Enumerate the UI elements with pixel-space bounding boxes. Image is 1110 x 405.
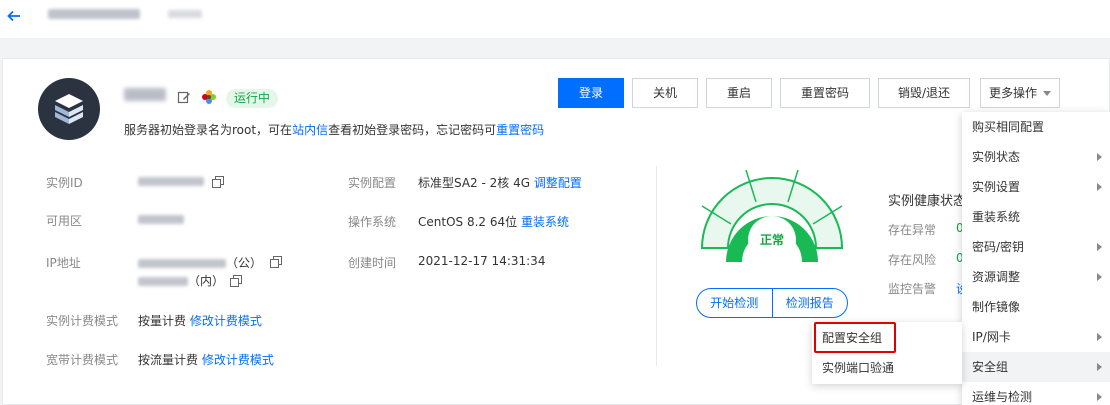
os-value: CentOS 8.2 64位 重装系统 [418,213,569,230]
private-ip-value: （内） [138,272,224,289]
menu-item-label: 运维与检测 [972,390,1033,404]
instance-id-label: 实例ID [46,176,83,190]
hint-text-1: 服务器初始登录名为root，可在 [124,123,293,137]
menu-item-instance-status[interactable]: 实例状态 [962,142,1110,172]
menu-item-label: 安全组 [972,360,1009,374]
caret-down-icon [1043,91,1051,96]
start-check-button[interactable]: 开始检测 [697,289,772,317]
restart-button[interactable]: 重启 [706,78,772,108]
column-divider [656,166,657,366]
top-bar [0,0,1110,38]
chevron-right-icon [1097,153,1102,161]
menu-item-ip-nic[interactable]: IP/网卡 [962,322,1110,352]
zone-value [138,212,184,226]
menu-item-resource-adjust[interactable]: 资源调整 [962,262,1110,292]
public-ip-value: （公） [138,254,262,271]
bandwidth-label: 宽带计费模式 [46,353,119,367]
chevron-right-icon [1097,243,1102,251]
reset-password-link[interactable]: 重置密码 [496,123,544,137]
reinstall-system-link[interactable]: 重装系统 [521,215,569,229]
inbox-link[interactable]: 站内信 [292,123,328,137]
billing-label: 实例计费模式 [46,314,119,328]
billing-value: 按量计费 修改计费模式 [138,312,262,329]
os-label: 操作系统 [348,215,397,229]
health-status-label: 正常 [759,233,784,247]
abnormal-label: 存在异常 [888,223,937,237]
region-redacted [168,10,202,18]
menu-item-label: 密码/密钥 [972,240,1025,254]
menu-item-instance-settings[interactable]: 实例设置 [962,172,1110,202]
login-button[interactable]: 登录 [558,78,624,108]
tag-flower-icon[interactable] [201,89,217,105]
menu-item-label: 实例状态 [972,150,1021,164]
menu-item-make-image[interactable]: 制作镜像 [962,292,1110,322]
instance-id-value [138,174,204,188]
submenu-port-verify[interactable]: 实例端口验通 [812,353,962,383]
menu-item-label: 资源调整 [972,270,1021,284]
private-ip-suffix: （内） [188,274,225,288]
menu-item-label: IP/网卡 [972,330,1011,344]
os-text: CentOS 8.2 64位 [418,215,518,229]
copy-public-ip-icon[interactable] [270,256,282,268]
server-stack-icon [55,94,83,124]
bandwidth-mode-text: 按流量计费 [138,353,199,367]
modify-billing-link[interactable]: 修改计费模式 [190,314,262,328]
menu-item-label: 重装系统 [972,210,1021,224]
chevron-right-icon [1097,183,1102,191]
created-label: 创建时间 [348,256,397,270]
instance-name-redacted [48,9,140,19]
chevron-right-icon [1097,363,1102,371]
security-group-submenu: 配置安全组 实例端口验通 [812,322,962,384]
shutdown-button[interactable]: 关机 [632,78,698,108]
config-text: 标准型SA2 - 2核 4G [418,176,531,190]
menu-item-ops-check[interactable]: 运维与检测 [962,382,1110,405]
copy-id-icon[interactable] [212,176,224,188]
ip-label: IP地址 [46,256,81,270]
chevron-right-icon [1097,273,1102,281]
chevron-right-icon [1097,393,1102,401]
instance-name-redacted [124,88,166,101]
alarm-label: 监控告警 [888,282,937,296]
more-actions-label: 更多操作 [988,86,1037,100]
menu-item-label: 购买相同配置 [972,120,1045,134]
chevron-right-icon [1097,333,1102,341]
menu-item-password-key[interactable]: 密码/密钥 [962,232,1110,262]
health-check-buttons: 开始检测 检测报告 [696,288,848,318]
config-value: 标准型SA2 - 2核 4G 调整配置 [418,174,582,191]
menu-item-reinstall[interactable]: 重装系统 [962,202,1110,232]
hint-text-2: 查看初始登录密码，忘记密码可 [328,123,497,137]
edit-icon[interactable] [177,90,191,104]
copy-private-ip-icon[interactable] [230,275,242,287]
modify-bandwidth-billing-link[interactable]: 修改计费模式 [202,353,274,367]
instance-avatar [38,78,100,140]
menu-item-security-group[interactable]: 安全组 [962,352,1110,382]
check-report-button[interactable]: 检测报告 [771,289,848,317]
menu-item-buy-same[interactable]: 购买相同配置 [962,112,1110,142]
risk-label: 存在风险 [888,253,937,267]
health-gauge [700,169,844,264]
login-hint: 服务器初始登录名为root，可在站内信查看初始登录密码，忘记密码可重置密码 [124,121,544,138]
more-actions-button[interactable]: 更多操作 [980,78,1060,108]
back-arrow-icon[interactable] [6,8,22,24]
submenu-configure-security-group[interactable]: 配置安全组 [812,323,962,353]
zone-label: 可用区 [46,214,83,228]
more-actions-menu: 购买相同配置 实例状态 实例设置 重装系统 密码/密钥 资源调整 制作镜像 IP… [962,112,1110,405]
bandwidth-value: 按流量计费 修改计费模式 [138,351,274,368]
status-badge: 运行中 [226,89,279,108]
billing-mode-text: 按量计费 [138,314,187,328]
menu-item-label: 实例设置 [972,180,1021,194]
health-title: 实例健康状态 [888,194,967,209]
config-label: 实例配置 [348,176,397,190]
reset-password-button[interactable]: 重置密码 [780,78,870,108]
public-ip-suffix: （公） [226,256,263,270]
destroy-button[interactable]: 销毁/退还 [878,78,970,108]
created-value: 2021-12-17 14:31:34 [418,254,546,268]
adjust-config-link[interactable]: 调整配置 [534,176,582,190]
menu-item-label: 制作镜像 [972,300,1021,314]
